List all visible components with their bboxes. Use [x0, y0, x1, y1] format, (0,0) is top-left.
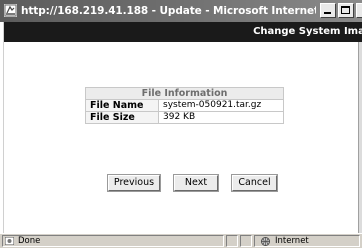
title-bar[interactable]: http://168.219.41.188 - Update - Microso…: [0, 0, 362, 22]
zone-text: Internet: [275, 236, 309, 246]
left-frame-edge: [0, 22, 4, 233]
previous-button[interactable]: Previous: [107, 174, 161, 192]
internet-globe-icon: [261, 237, 270, 246]
table-row: File Size 392 KB: [85, 111, 284, 124]
page-title: Change System Imag: [253, 26, 362, 37]
page-done-icon: [5, 237, 14, 245]
ie-globe-icon: [4, 4, 17, 17]
file-size-label: File Size: [85, 111, 159, 124]
file-name-value: system-050921.tar.gz: [158, 99, 284, 112]
vertical-scrollbar[interactable]: [358, 42, 362, 233]
page-content: Change System Imag File Information File…: [0, 22, 362, 233]
maximize-icon: [341, 6, 350, 14]
file-info-table: File Information File Name system-050921…: [85, 87, 284, 124]
browser-window: http://168.219.41.188 - Update - Microso…: [0, 0, 362, 248]
status-panel: Done: [2, 235, 224, 247]
security-zone-panel[interactable]: Internet: [254, 235, 360, 247]
file-info-caption: File Information: [85, 87, 284, 100]
file-size-value: 392 KB: [158, 111, 284, 124]
page-header: Change System Imag: [4, 22, 362, 42]
status-bar: Done Internet: [0, 233, 362, 248]
window-title: http://168.219.41.188 - Update - Microso…: [21, 5, 316, 17]
minimize-button[interactable]: [320, 3, 336, 18]
minimize-icon: [324, 12, 331, 14]
file-name-label: File Name: [85, 99, 159, 112]
table-row: File Name system-050921.tar.gz: [85, 99, 284, 112]
close-button[interactable]: [356, 3, 362, 18]
next-button[interactable]: Next: [173, 174, 219, 192]
cancel-button[interactable]: Cancel: [231, 174, 278, 192]
status-pane-progress: [226, 235, 238, 247]
status-pane-security: [240, 235, 252, 247]
status-text: Done: [18, 236, 41, 246]
maximize-button[interactable]: [338, 3, 354, 18]
